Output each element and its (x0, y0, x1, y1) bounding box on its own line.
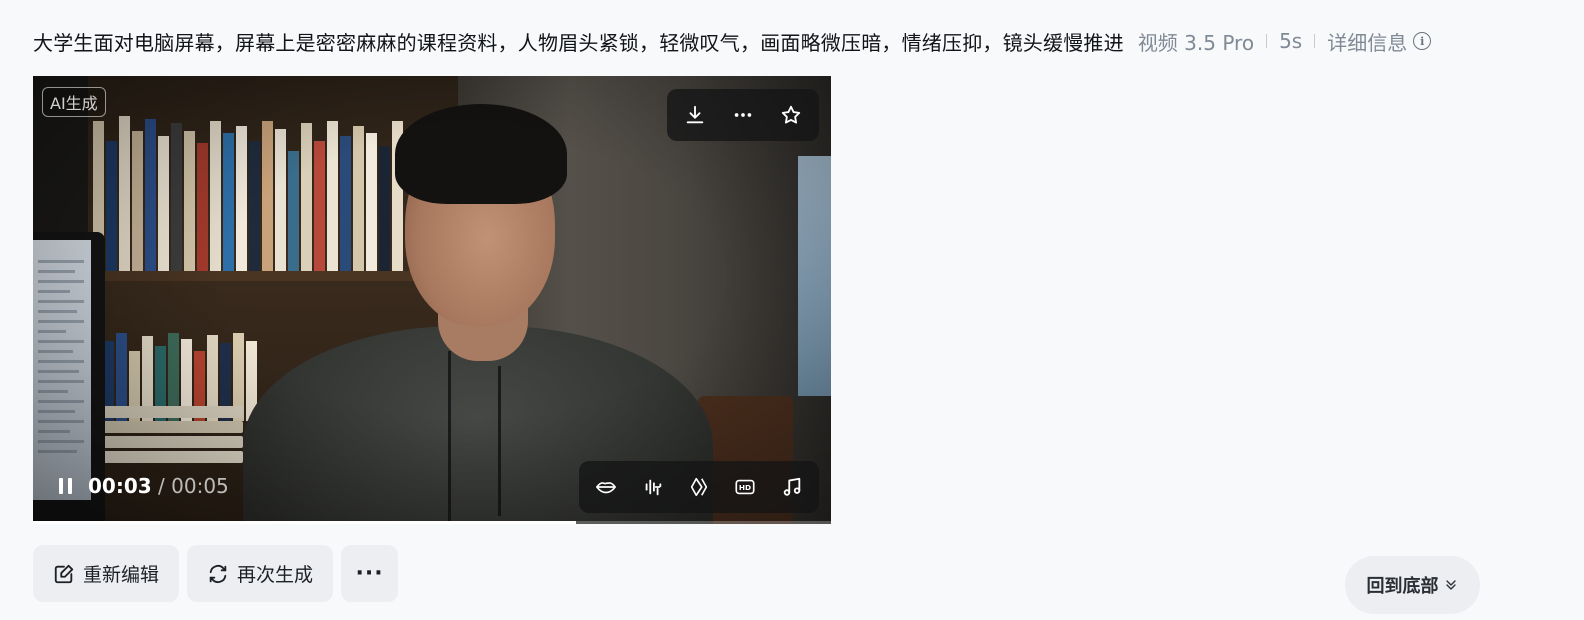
result-actions: 重新编辑 再次生成 ··· (33, 545, 399, 602)
star-icon (781, 105, 801, 124)
pause-icon[interactable] (59, 478, 72, 494)
video-player[interactable]: AI生成 00:03 / 00:05 HD (33, 76, 831, 524)
video-top-actions (667, 89, 819, 141)
meta-info: 视频 3.5 Pro 5s 详细信息 i (1137, 27, 1432, 56)
playback-controls: 00:03 / 00:05 (59, 474, 229, 498)
info-icon: i (1413, 32, 1432, 50)
music-button[interactable] (777, 472, 807, 502)
divider (1266, 34, 1268, 48)
more-icon (734, 113, 752, 117)
svg-text:HD: HD (739, 483, 751, 492)
model-name: 视频 3.5 Pro (1137, 30, 1255, 55)
ai-generated-badge: AI生成 (42, 87, 106, 117)
double-chevron-down-icon (1445, 580, 1456, 590)
more-actions-button[interactable]: ··· (341, 545, 399, 602)
header-row: 大学生面对电脑屏幕，屏幕上是密密麻麻的课程资料，人物眉头紧锁，轻微叹气，画面略微… (33, 24, 1572, 58)
download-button[interactable] (680, 100, 710, 130)
audio-wave-icon (645, 479, 661, 496)
lips-icon (596, 482, 617, 494)
reedit-label: 重新编辑 (83, 564, 160, 586)
music-note-icon (783, 477, 800, 496)
progress-fill (33, 521, 576, 524)
reedit-button[interactable]: 重新编辑 (33, 545, 180, 602)
back-to-bottom-button[interactable]: 回到底部 (1345, 556, 1480, 614)
refresh-icon (209, 564, 227, 583)
audio-enhance-button[interactable] (638, 472, 668, 502)
detail-info-button[interactable]: 详细信息 i (1327, 27, 1432, 56)
diamond-icon (690, 477, 708, 497)
edit-icon (54, 564, 74, 583)
back-to-bottom-label: 回到底部 (1366, 576, 1439, 597)
total-time: / 00:05 (151, 474, 229, 498)
hd-icon: HD (735, 479, 755, 495)
hd-button[interactable]: HD (730, 472, 760, 502)
time-display: 00:03 / 00:05 (88, 474, 229, 498)
current-time: 00:03 (88, 474, 152, 498)
favorite-button[interactable] (776, 100, 806, 130)
video-frame (33, 76, 831, 524)
regenerate-button[interactable]: 再次生成 (187, 545, 334, 602)
frame-button[interactable] (684, 472, 714, 502)
video-tools: HD (579, 461, 819, 513)
download-icon (686, 105, 704, 124)
vignette (33, 76, 831, 524)
prompt-text: 大学生面对电脑屏幕，屏幕上是密密麻麻的课程资料，人物眉头紧锁，轻微叹气，画面略微… (33, 30, 1124, 55)
more-icon: ··· (355, 561, 384, 586)
regenerate-label: 再次生成 (237, 564, 314, 586)
divider (1314, 34, 1316, 48)
progress-bar[interactable] (33, 521, 831, 524)
lip-sync-button[interactable] (591, 472, 621, 502)
more-button[interactable] (728, 100, 758, 130)
duration: 5s (1279, 29, 1303, 53)
detail-info-label: 详细信息 (1327, 30, 1408, 55)
